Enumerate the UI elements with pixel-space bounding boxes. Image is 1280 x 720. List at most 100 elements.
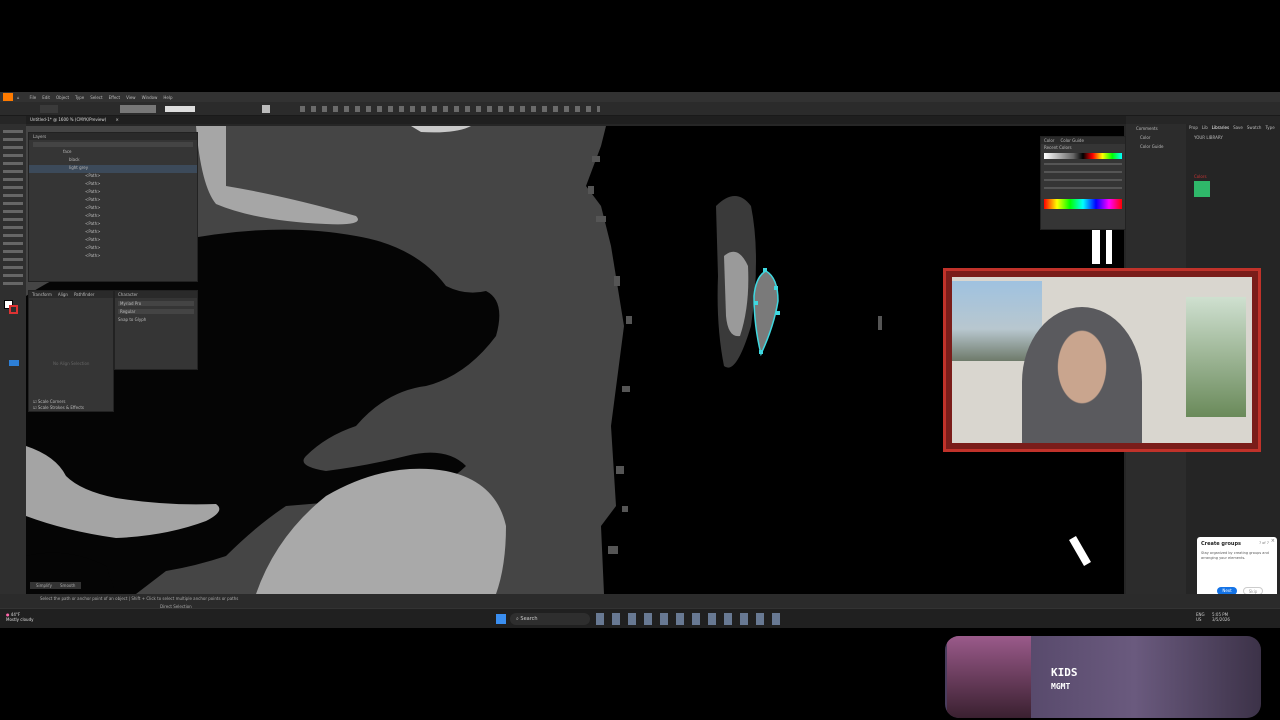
region-indicator: US [1196, 617, 1202, 622]
layer-row-path[interactable]: <Path> [29, 181, 197, 189]
track-title: KIDS [1051, 666, 1078, 679]
menu-effect[interactable]: Effect [109, 95, 121, 100]
comments-panel-button[interactable]: Comments [1126, 124, 1186, 133]
windows-start-icon[interactable] [496, 614, 506, 624]
windows-taskbar: ● 44°F Mostly cloudy ⌕ Search ENG 5:05 P… [0, 608, 1280, 628]
tab-lib[interactable]: Lib [1202, 125, 1208, 130]
pinned-apps[interactable] [596, 613, 786, 625]
library-color-swatch[interactable] [1194, 181, 1210, 197]
menu-type[interactable]: Type [75, 95, 84, 100]
tab-properties[interactable]: Prop [1189, 125, 1198, 130]
track-artist: MGMT [1051, 682, 1071, 691]
colors-section-label: Colors [1194, 174, 1207, 179]
tab-pathfinder[interactable]: Pathfinder [74, 292, 95, 297]
menu-window[interactable]: Window [142, 95, 158, 100]
layer-row-path[interactable]: <Path> [29, 197, 197, 205]
taskbar-search[interactable]: ⌕ Search [510, 613, 590, 625]
tab-libraries[interactable]: Libraries [1212, 125, 1229, 130]
layer-label: black [69, 157, 80, 162]
tool-icons[interactable] [3, 130, 23, 290]
color-spectrum[interactable] [1044, 199, 1122, 209]
layer-label: <Path> [85, 229, 101, 234]
layer-row-black[interactable]: black [29, 157, 197, 165]
simplify-button[interactable]: Simplify [36, 583, 52, 588]
status-hint: Select the path or anchor point of an ob… [40, 596, 239, 601]
scale-strokes-label: Scale Strokes & Effects [37, 405, 84, 410]
window-right [1186, 297, 1246, 417]
color-guide-panel-button[interactable]: Color Guide [1126, 142, 1186, 151]
now-playing-widget: KIDS MGMT [945, 636, 1261, 718]
layer-row-path[interactable]: <Path> [29, 245, 197, 253]
scale-corners-label: Scale Corners [37, 399, 66, 404]
stroke-color-icon[interactable] [9, 305, 18, 314]
home-icon[interactable]: ⌂ [17, 95, 20, 100]
search-label: Search [520, 616, 538, 622]
tip-count: 7 of 7 [1258, 541, 1269, 545]
recent-colors-swatches[interactable] [1044, 153, 1122, 159]
font-family-select[interactable]: Myriad Pro [118, 301, 194, 306]
layer-row-light-grey[interactable]: light grey [29, 165, 197, 173]
menu-bar: ⌂ File Edit Object Type Select Effect Vi… [0, 92, 1280, 102]
stroke-weight-field[interactable] [120, 105, 156, 113]
font-style-select[interactable]: Regular [118, 309, 194, 314]
layer-label: <Path> [85, 237, 101, 242]
weather-widget[interactable]: ● 44°F Mostly cloudy [6, 612, 34, 622]
color-panel-button[interactable]: Color [1126, 133, 1186, 142]
menu-select[interactable]: Select [90, 95, 102, 100]
layer-label: <Path> [85, 245, 101, 250]
tab-swatches[interactable]: Swatch [1247, 125, 1262, 130]
layer-row-path[interactable]: <Path> [29, 229, 197, 237]
tab-save[interactable]: Save [1233, 125, 1243, 130]
webcam-overlay [943, 268, 1261, 452]
layer-row-path[interactable]: <Path> [29, 221, 197, 229]
tab-color[interactable]: Color [1044, 138, 1054, 143]
align-controls[interactable] [300, 106, 600, 112]
illustrator-logo-icon [3, 93, 13, 101]
cmyk-sliders[interactable] [1044, 163, 1122, 191]
layer-row-path[interactable]: <Path> [29, 253, 197, 261]
menu-edit[interactable]: Edit [42, 95, 50, 100]
snap-to-glyph-label: Snap to Glyph [118, 317, 147, 322]
scale-corners-checkbox[interactable]: ☑ Scale Corners [33, 399, 65, 404]
layer-label: face [63, 149, 72, 154]
layer-row-path[interactable]: <Path> [29, 205, 197, 213]
layer-label: <Path> [85, 221, 101, 226]
smooth-button[interactable]: Smooth [60, 583, 75, 588]
layers-panel: Layers face black light grey <Path> <Pat… [28, 132, 198, 282]
document-tab-label: Untitled-1* @ 1600 % (CMYK/Preview) [30, 117, 107, 122]
library-heading: YOUR LIBRARY [1194, 135, 1223, 140]
edit-toolbar-icon[interactable] [9, 360, 19, 366]
control-bar [0, 102, 1280, 116]
close-icon[interactable]: × [1271, 538, 1275, 544]
menu-help[interactable]: Help [163, 95, 172, 100]
tab-character[interactable]: Character [115, 291, 197, 298]
tab-color-guide[interactable]: Color Guide [1060, 138, 1083, 143]
layers-search-input[interactable] [33, 142, 193, 147]
scale-strokes-checkbox[interactable]: ☑ Scale Strokes & Effects [33, 405, 84, 410]
close-tab-icon[interactable]: × [116, 117, 119, 122]
system-tray[interactable]: ENG 5:05 PM US 3/5/2026 [1196, 612, 1230, 622]
layer-row-path[interactable]: <Path> [29, 173, 197, 181]
layer-label: <Path> [85, 197, 101, 202]
menu-file[interactable]: File [30, 95, 37, 100]
album-art [947, 636, 1031, 718]
layer-row-path[interactable]: <Path> [29, 189, 197, 197]
brush-preview[interactable] [165, 106, 195, 112]
layer-row-path[interactable]: <Path> [29, 213, 197, 221]
layer-label: <Path> [85, 173, 101, 178]
layers-tab[interactable]: Layers [29, 133, 197, 140]
layer-row-face[interactable]: face [29, 149, 197, 157]
tab-transform[interactable]: Transform [32, 292, 52, 297]
tab-align[interactable]: Align [58, 292, 68, 297]
layer-label: <Path> [85, 253, 101, 258]
layer-row-path[interactable]: <Path> [29, 237, 197, 245]
weather-desc: Mostly cloudy [6, 617, 34, 622]
tab-type[interactable]: Type [1265, 125, 1274, 130]
menu-object[interactable]: Object [56, 95, 69, 100]
layer-label: <Path> [85, 213, 101, 218]
tools-panel [0, 124, 26, 594]
fill-swatch[interactable] [40, 105, 58, 113]
menu-view[interactable]: View [126, 95, 136, 100]
document-tab[interactable]: Untitled-1* @ 1600 % (CMYK/Preview) × [26, 116, 1126, 124]
style-swatch[interactable] [262, 105, 270, 113]
